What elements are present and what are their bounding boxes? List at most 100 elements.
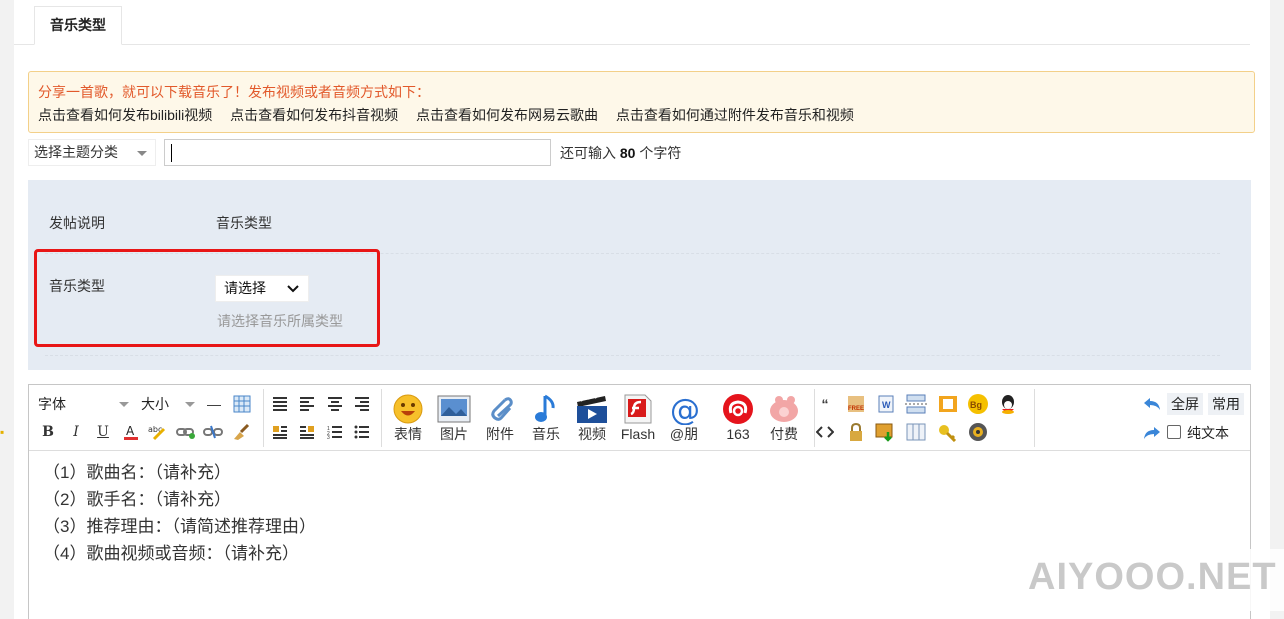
counter-suffix: 个字符 [639,145,682,161]
link-bilibili[interactable]: 点击查看如何发布bilibili视频 [38,107,212,123]
content-line: （3）推荐理由：（请简述推荐理由） [43,517,316,536]
align-center-icon[interactable] [324,393,346,415]
content-line: （2）歌手名：（请补充） [43,490,231,509]
image-button[interactable]: 图片 [431,393,477,447]
lock-icon[interactable] [845,421,867,443]
netease-button[interactable]: 163 [715,393,761,447]
toolbar-separator [263,389,264,447]
plain-text-checkbox[interactable] [1167,425,1181,439]
watermark: AIYOOO.NET [1022,549,1284,611]
link-netease[interactable]: 点击查看如何发布网易云歌曲 [416,107,598,123]
link-attachment[interactable]: 点击查看如何通过附件发布音乐和视频 [616,107,854,123]
clear-format-icon[interactable] [230,421,252,443]
char-counter: 还可输入 80 个字符 [560,143,681,163]
table-icon[interactable] [231,393,253,415]
highlight-box [34,249,380,347]
counter-number: 80 [619,145,636,161]
counter-prefix: 还可输入 [560,145,616,161]
image-icon [437,395,471,423]
bold-icon[interactable]: B [37,421,59,443]
layout-icon[interactable] [905,421,927,443]
editor-toolbar: 字体 大小 — B I U A abc 1 2 3 表情 图片 附件 音乐 视频… [29,385,1250,451]
horizontal-rule-icon[interactable]: — [203,393,225,415]
free-icon[interactable]: FREE [845,393,867,415]
toolbar-separator [1034,389,1035,447]
paid-button[interactable]: 付费 [761,393,807,447]
title-input[interactable] [164,139,551,166]
download-image-icon[interactable] [875,421,897,443]
word-paste-icon[interactable]: W [875,393,897,415]
index-icon[interactable] [937,393,959,415]
redo-arrow-icon[interactable] [1141,422,1163,444]
caret-down-icon [119,402,129,407]
common-button[interactable]: 常用 [1208,393,1244,415]
caret-down-icon [185,402,195,407]
page-break-icon[interactable] [905,393,927,415]
hide-content-icon[interactable] [967,421,989,443]
edge-mark: ▪ [0,425,5,439]
netease-music-icon [723,394,753,424]
italic-icon[interactable]: I [65,421,87,443]
font-family-label: 字体 [38,396,66,412]
link-icon[interactable] [175,421,197,443]
undo-arrow-icon[interactable] [1141,393,1163,415]
music-note-icon [535,394,555,422]
flash-button[interactable]: Flash [615,393,661,447]
bg-music-icon[interactable]: Bg [967,393,989,415]
unlink-icon[interactable] [202,421,224,443]
unordered-list-icon[interactable] [351,421,373,443]
piggy-bank-icon [770,396,798,422]
category-select[interactable]: 选择主题分类 [28,139,156,166]
mention-button[interactable]: @ @朋 [661,393,707,447]
toolbar-separator [381,389,382,447]
at-sign-icon: @ [670,393,700,425]
notice-box: 分享一首歌，就可以下载音乐了！发布视频或者音频方式如下： 点击查看如何发布bil… [28,71,1255,133]
notice-links: 点击查看如何发布bilibili视频 点击查看如何发布抖音视频 点击查看如何发布… [38,105,1245,125]
caret-down-icon [137,151,147,156]
float-left-icon[interactable] [269,421,291,443]
emoji-label: 表情 [394,426,422,442]
editor-content[interactable]: （1）歌曲名：（请补充） （2）歌手名：（请补充） （3）推荐理由：（请简述推荐… [43,459,316,567]
paid-label: 付费 [770,426,798,442]
posting-note-value: 音乐类型 [216,215,272,231]
paperclip-icon [491,397,513,421]
attachment-button[interactable]: 附件 [477,393,523,447]
video-button[interactable]: 视频 [569,393,615,447]
music-label: 音乐 [532,426,560,442]
image-label: 图片 [440,426,468,442]
align-justify-icon[interactable] [269,393,291,415]
align-right-icon[interactable] [351,393,373,415]
posting-note-row: 发帖说明 音乐类型 [45,204,1220,254]
code-icon[interactable] [814,421,836,443]
underline-icon[interactable]: U [92,421,114,443]
qq-icon[interactable] [997,393,1019,415]
mention-label: @朋 [669,426,699,442]
svg-text:Bg: Bg [970,400,982,410]
tab-music-type[interactable]: 音乐类型 [34,6,122,45]
tab-bar: 音乐类型 [14,0,1250,45]
attachment-label: 附件 [486,426,514,442]
font-family-select[interactable]: 字体 [29,393,133,415]
notice-title: 分享一首歌，就可以下载音乐了！发布视频或者音频方式如下： [38,84,430,100]
plain-text-label: 纯文本 [1187,425,1229,441]
ordered-list-icon[interactable]: 123 [324,421,346,443]
content-line: （4）歌曲视频或音频：（请补充） [43,544,299,563]
fullscreen-button[interactable]: 全屏 [1167,393,1203,415]
netease-label: 163 [726,426,750,442]
content-line: （1）歌曲名：（请补充） [43,463,231,482]
posting-note-label: 发帖说明 [49,215,105,231]
align-left-icon[interactable] [296,393,318,415]
quote-icon[interactable]: “ [814,393,836,415]
link-douyin[interactable]: 点击查看如何发布抖音视频 [230,107,398,123]
font-size-select[interactable]: 大小 [133,393,199,415]
svg-text:3: 3 [327,435,330,439]
float-right-icon[interactable] [296,421,318,443]
text-color-icon[interactable]: A [120,421,142,443]
video-icon [577,394,607,423]
text-cursor [171,144,172,162]
key-icon[interactable] [937,421,959,443]
emoji-button[interactable]: 表情 [385,393,431,447]
svg-text:A: A [126,424,135,438]
music-button[interactable]: 音乐 [523,393,569,447]
highlight-icon[interactable]: abc [147,421,169,443]
